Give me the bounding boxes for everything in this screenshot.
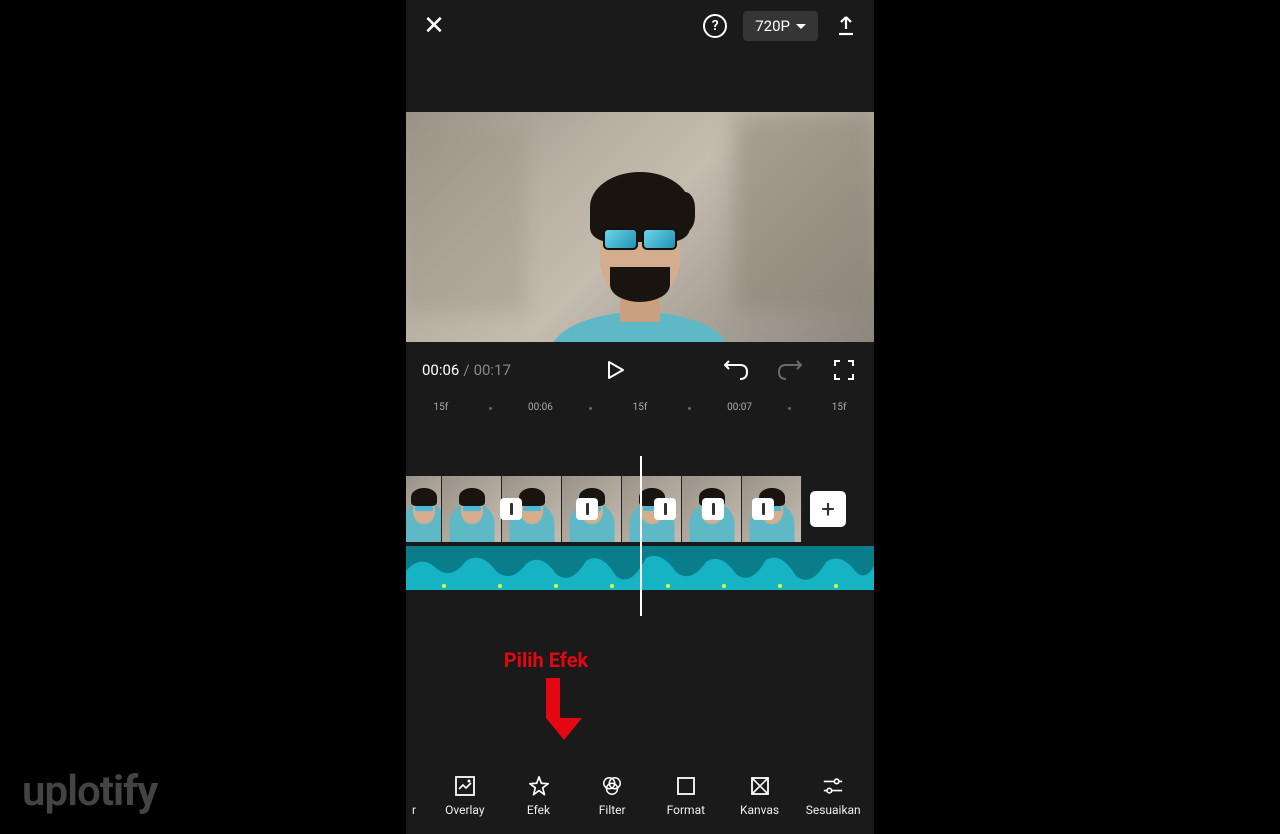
preview-bg xyxy=(406,132,526,312)
ruler-dot xyxy=(489,407,492,410)
star-icon xyxy=(528,775,550,797)
top-bar-right: ? 720P xyxy=(701,11,860,41)
watermark: uplotify xyxy=(22,767,157,816)
play-icon xyxy=(607,360,625,380)
total-time: 00:17 xyxy=(474,361,511,379)
keyframe-marker[interactable] xyxy=(500,498,522,520)
export-button[interactable] xyxy=(832,12,860,40)
keyframe-marker[interactable] xyxy=(576,498,598,520)
timeline[interactable]: + Pilih Efek xyxy=(406,476,874,601)
ruler-tick: 00:07 xyxy=(715,402,765,413)
tool-label: Efek xyxy=(527,803,550,817)
time-separator: / xyxy=(463,361,469,379)
tool-label: r xyxy=(412,803,416,817)
watermark-part2: tify xyxy=(100,767,158,816)
play-button[interactable] xyxy=(602,356,630,384)
playhead[interactable] xyxy=(640,456,642,616)
timeline-ruler[interactable]: 15f 00:06 15f 00:07 15f xyxy=(406,398,874,416)
fullscreen-icon xyxy=(834,360,854,380)
time-display: 00:06 / 00:17 xyxy=(422,361,511,379)
undo-button[interactable] xyxy=(722,356,750,384)
watermark-part1: uplo xyxy=(22,767,100,816)
undo-icon xyxy=(724,360,748,380)
preview-bg xyxy=(734,112,874,312)
tool-filter[interactable]: Filter xyxy=(575,771,649,821)
adjust-icon xyxy=(822,775,844,797)
ruler-dot xyxy=(688,407,691,410)
tool-kanvas[interactable]: Kanvas xyxy=(723,771,797,821)
tool-label: Format xyxy=(667,803,705,817)
top-bar: ✕ ? 720P xyxy=(406,0,874,52)
preview-subject xyxy=(540,142,740,342)
current-time: 00:06 xyxy=(422,361,459,379)
tool-efek[interactable]: Efek xyxy=(502,771,576,821)
filter-icon xyxy=(601,775,623,797)
tool-label: Kanvas xyxy=(740,803,779,817)
keyframe-marker[interactable] xyxy=(654,498,676,520)
overlay-icon xyxy=(454,775,476,797)
tool-overlay[interactable]: Overlay xyxy=(428,771,502,821)
tool-sesuaikan[interactable]: Sesuaikan xyxy=(796,771,870,821)
bottom-toolbar: r Overlay Efek Filter Format xyxy=(406,758,874,834)
resolution-selector[interactable]: 720P xyxy=(743,11,818,41)
editor-app-frame: ✕ ? 720P xyxy=(406,0,874,834)
video-preview[interactable] xyxy=(406,112,874,342)
fullscreen-button[interactable] xyxy=(830,356,858,384)
ruler-tick: 15f xyxy=(615,402,665,413)
tool-label: Sesuaikan xyxy=(806,803,861,817)
canvas-icon xyxy=(749,775,771,797)
ruler-dot xyxy=(589,407,592,410)
keyframe-marker[interactable] xyxy=(702,498,724,520)
tool-format[interactable]: Format xyxy=(649,771,723,821)
close-button[interactable]: ✕ xyxy=(420,12,448,40)
help-icon: ? xyxy=(703,14,727,38)
tool-label: Overlay xyxy=(445,803,484,817)
format-icon xyxy=(675,775,697,797)
ruler-tick: 15f xyxy=(416,402,466,413)
ruler-dot xyxy=(788,407,791,410)
plus-icon: + xyxy=(821,495,835,523)
ruler-tick: 00:06 xyxy=(516,402,566,413)
ruler-tick: 15f xyxy=(814,402,864,413)
tool-item-partial[interactable]: r xyxy=(410,771,428,821)
chevron-down-icon xyxy=(796,24,806,29)
tutorial-annotation: Pilih Efek xyxy=(486,648,606,740)
clip-thumbnail[interactable] xyxy=(442,476,502,542)
clip-thumbnail[interactable] xyxy=(406,476,442,542)
annotation-text: Pilih Efek xyxy=(486,648,606,672)
help-button[interactable]: ? xyxy=(701,12,729,40)
keyframe-marker[interactable] xyxy=(752,498,774,520)
tool-label: Filter xyxy=(599,803,626,817)
redo-icon xyxy=(778,360,802,380)
player-controls: 00:06 / 00:17 xyxy=(406,342,874,398)
resolution-label: 720P xyxy=(755,17,790,35)
add-clip-button[interactable]: + xyxy=(810,491,846,527)
close-icon: ✕ xyxy=(423,13,445,39)
redo-button[interactable] xyxy=(776,356,804,384)
upload-icon xyxy=(836,15,856,37)
